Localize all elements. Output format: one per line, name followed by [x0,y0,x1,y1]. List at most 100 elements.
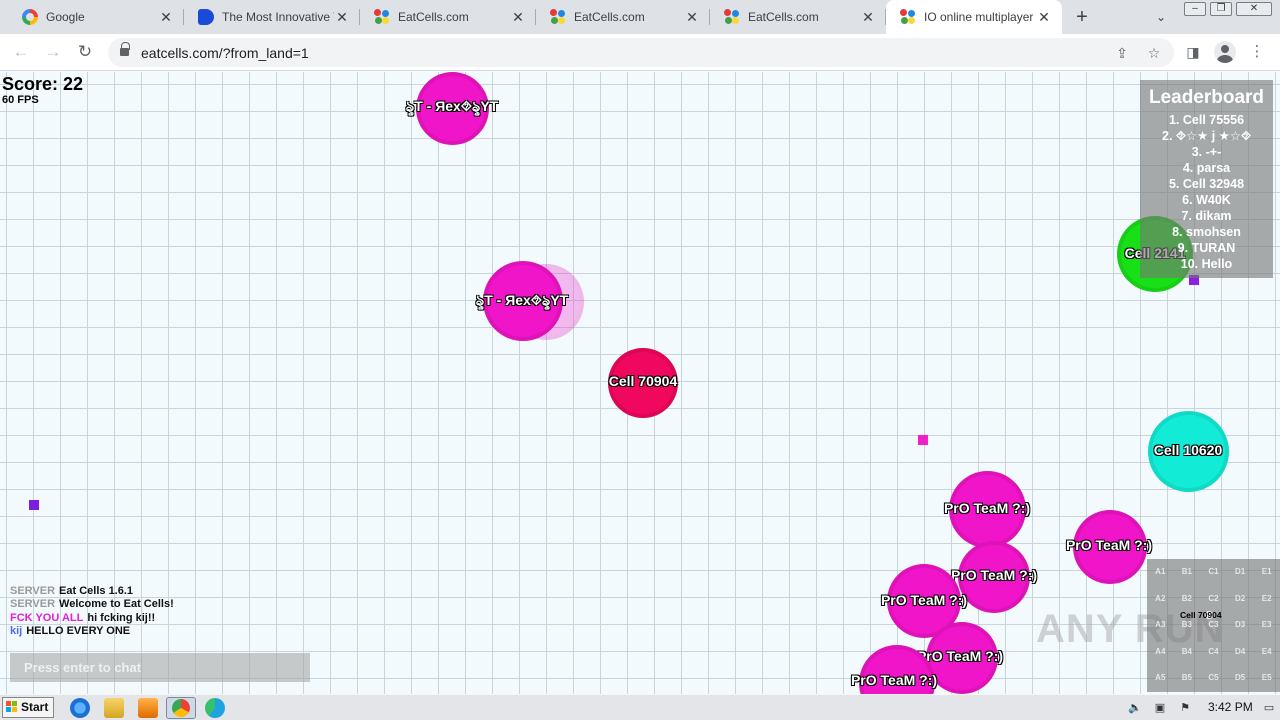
tab-search-chevron-icon[interactable]: ⌄ [1152,8,1170,26]
chat-message: SERVER Eat Cells 1.6.1 [10,585,310,598]
leaderboard-entry: 9. TURAN [1177,241,1236,255]
cell-name: PrO TeaM ?:) [916,648,1004,664]
chat-author: SERVER [10,598,56,611]
chat-author: FCK YOU ALL [10,611,84,624]
minimap-sector: B4 [1181,646,1192,656]
minimap-sector: C2 [1208,593,1219,603]
minimap-sector: E2 [1261,593,1272,603]
tab-title: EatCells.com [748,10,819,24]
minimap-sector: D5 [1234,673,1246,683]
close-icon[interactable]: ✕ [684,9,700,25]
media-player-icon[interactable] [138,698,158,718]
cell-name: PrO TeaM ?:) [880,592,968,608]
cell-name: ৡT - Яex⯑ৡYT [405,98,499,114]
minimap-sector: E4 [1261,646,1272,656]
chat-text: HELLO EVERY ONE [26,624,131,637]
leaderboard-panel: Leaderboard 1. Cell 75556 2. ⯑☆★ j ★☆⯑ 3… [1140,80,1273,278]
leaderboard-entry: 8. smohsen [1172,225,1241,239]
tab-eatcells-2[interactable]: EatCells.com ✕ [536,0,710,34]
minimap-player-label: Cell 70904 [1180,610,1222,620]
leaderboard-entry: 6. W40K [1182,193,1231,207]
back-arrow-icon[interactable]: ← [10,41,32,63]
action-center-flag-icon[interactable]: ⚑ [1178,701,1192,715]
side-panel-icon[interactable]: ◨ [1182,41,1204,63]
tab-io-online[interactable]: IO online multiplayer ar ✕ [886,0,1062,34]
chrome-taskbar-button[interactable] [166,697,196,719]
bookmark-star-icon[interactable]: ☆ [1144,43,1164,63]
menu-kebab-icon[interactable]: ⋮ [1246,41,1268,63]
browser-toolbar: ← → ↻ eatcells.com/?from_land=1 ⇪ ☆ ◨ ⋮ [0,34,1280,71]
eatcells-icon [374,9,390,25]
chat-message: kij HELLO EVERY ONE [10,625,310,638]
cell-name: PrO TeaM ?:) [950,567,1038,583]
eatcells-icon [900,9,916,25]
profile-avatar-icon[interactable] [1214,41,1236,63]
chat-author: kij [10,624,23,637]
chat-author: SERVER [10,585,56,597]
chat-input[interactable] [10,653,310,682]
close-icon[interactable]: ✕ [860,9,876,25]
fps-display: 60 FPS [2,94,39,106]
tab-eatcells-3[interactable]: EatCells.com ✕ [710,0,886,34]
edge-icon[interactable] [205,698,225,718]
minimap-sector: E5 [1261,673,1272,683]
leaderboard-entry: 7. dikam [1181,209,1232,223]
eatcells-icon [550,9,566,25]
tab-title: EatCells.com [574,10,645,24]
minimap-sector: A4 [1155,646,1166,656]
chat-text: hi fcking kij!! [87,611,156,624]
screen: Google ✕ The Most Innovative Tr ✕ EatCel… [0,0,1280,720]
tab-google[interactable]: Google ✕ [8,0,184,34]
volume-icon[interactable]: 🔈 [1128,701,1142,715]
tab-title: Google [46,10,85,24]
food-pellet [918,435,928,445]
minimap-sector: B1 [1181,567,1192,576]
close-icon[interactable]: ✕ [510,9,526,25]
leaderboard-entry: 4. parsa [1182,161,1231,175]
game-canvas[interactable]: ৡT - Яex⯑ৡYT ৡT - Яex⯑ৡYT Cell 70904 Cel… [0,72,1280,694]
cell-name: PrO TeaM ?:) [1065,537,1153,553]
google-icon [22,9,38,25]
lock-icon[interactable] [120,42,130,57]
chat-text: Welcome to Eat Cells! [59,598,174,611]
leaderboard-entry: 2. ⯑☆★ j ★☆⯑ [1162,129,1251,143]
chat-log: SERVER Eat Cells 1.6.1 SERVER Welcome to E… [10,585,310,638]
new-tab-button[interactable]: + [1072,7,1092,27]
show-desktop-icon[interactable]: ▭ [1262,701,1276,715]
tab-innovative[interactable]: The Most Innovative Tr ✕ [184,0,360,34]
minimap-sector: B2 [1181,593,1192,603]
minimap-sector: C4 [1208,646,1219,656]
close-icon[interactable]: ✕ [334,9,350,25]
close-window-button[interactable]: ✕ [1236,2,1272,16]
minimize-window-button[interactable]: – [1184,2,1206,16]
chat-message: FCK YOU ALL hi fcking kij!! [10,612,310,625]
url-text[interactable]: eatcells.com/?from_land=1 [141,45,309,61]
close-icon[interactable]: ✕ [1036,9,1052,25]
internet-explorer-icon[interactable] [70,698,90,718]
file-explorer-icon[interactable] [104,698,124,718]
close-icon[interactable]: ✕ [158,9,174,25]
network-icon[interactable]: ▣ [1153,701,1167,715]
chat-text: Eat Cells 1.6.1 [59,585,134,597]
score-display: Score: 22 [2,74,84,94]
cell-name: PrO TeaM ?:) [943,500,1031,516]
start-button[interactable]: Start [2,697,54,718]
share-icon[interactable]: ⇪ [1112,43,1132,63]
reload-icon[interactable]: ↻ [74,41,96,63]
minimap-sector: D2 [1234,593,1246,603]
leaderboard-entry: 5. Cell 32948 [1168,177,1245,191]
minimap-sector: C5 [1208,673,1219,683]
leaderboard-entry: 3. -+- [1191,145,1222,159]
tab-eatcells-1[interactable]: EatCells.com ✕ [360,0,536,34]
leaderboard-entry: 10. Hello [1180,257,1233,271]
address-bar[interactable]: eatcells.com/?from_land=1 ⇪ ☆ [108,38,1174,67]
tab-strip: Google ✕ The Most Innovative Tr ✕ EatCel… [0,0,1280,34]
taskbar-clock[interactable]: 3:42 PM [1208,700,1253,714]
minimap-sector: D3 [1234,620,1246,630]
forward-arrow-icon[interactable]: → [42,41,64,63]
chrome-icon [172,699,190,717]
tab-title: EatCells.com [398,10,469,24]
tab-title: IO online multiplayer ar [924,10,1036,24]
restore-window-button[interactable]: ❐ [1210,2,1232,16]
leaderboard-list: 1. Cell 75556 2. ⯑☆★ j ★☆⯑ 3. -+- 4. par… [1140,112,1273,272]
